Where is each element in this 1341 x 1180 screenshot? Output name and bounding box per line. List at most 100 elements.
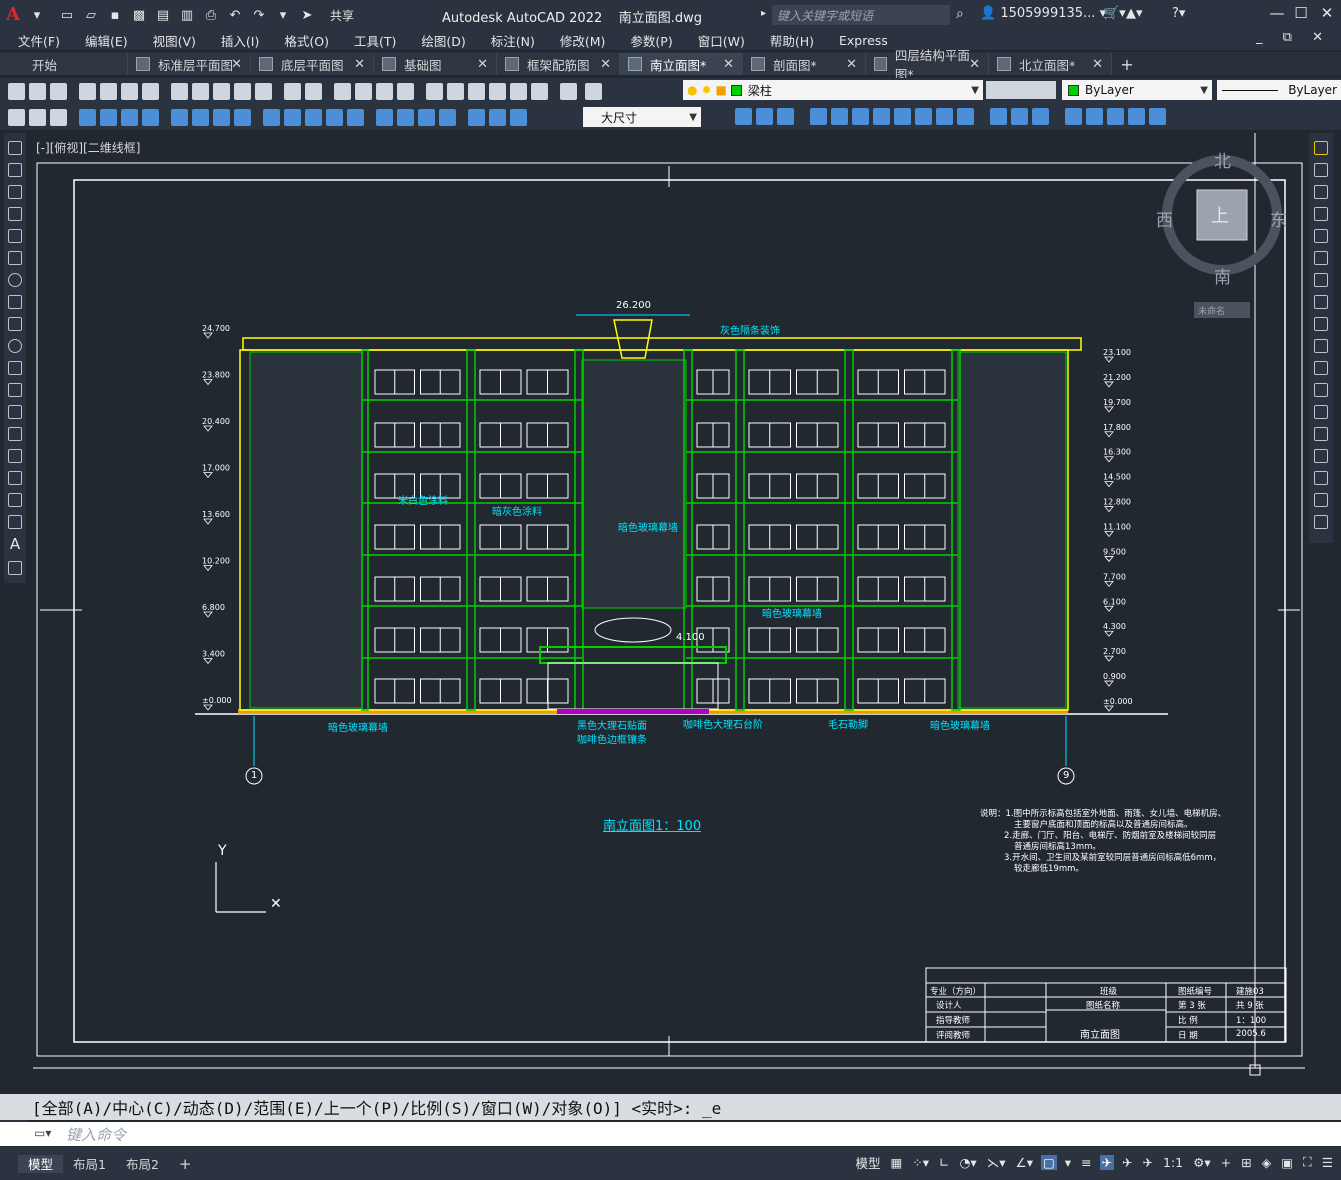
modify-icon-2[interactable] [756,108,773,125]
continue-dim-icon[interactable] [305,108,322,126]
rectangle-icon[interactable] [8,229,22,243]
dim-update-icon[interactable] [510,108,527,126]
array-icon[interactable] [1314,229,1328,243]
modify-icon-10[interactable] [936,108,953,125]
baseline-dim-icon[interactable] [284,108,301,126]
tab-model[interactable]: 模型 [18,1154,64,1173]
trim-icon[interactable] [1314,339,1328,353]
layer-dropdown[interactable]: ● ✹ ■ 梁柱 ▼ [683,80,983,100]
modify-icon-16[interactable] [1086,108,1103,125]
undo-icon[interactable] [284,82,301,100]
menu-window[interactable]: 窗口(W) [698,31,745,50]
hatch-icon[interactable] [8,449,22,463]
modify-icon-5[interactable] [831,108,848,125]
construction-line-icon[interactable] [8,163,22,177]
drawing-viewport[interactable] [30,133,1306,1083]
add-selected-icon[interactable] [8,561,22,575]
zoom-window-icon[interactable] [376,82,393,100]
copy-icon[interactable] [192,82,209,100]
tab-standard-floor-plan[interactable]: 标准层平面图 ✕ [128,53,251,75]
workspace-gear-icon[interactable]: ⚙▾ [1191,1155,1212,1170]
object-snap-dropdown-icon[interactable]: ▾ [1063,1155,1073,1170]
modify-icon-1[interactable] [735,108,752,125]
rotate-icon[interactable] [1314,273,1328,287]
insert-block-icon[interactable] [8,383,22,397]
tab-start[interactable]: 开始 [0,53,128,75]
open-icon[interactable] [29,82,46,100]
calculator-icon[interactable] [531,82,548,100]
snap-icon[interactable]: ⁘▾ [910,1155,931,1170]
close-tab-icon[interactable]: ✕ [477,57,488,72]
cart-icon[interactable]: 🛒▾ [1103,6,1126,21]
arc-length-icon[interactable] [121,108,138,126]
modify-icon-13[interactable] [1011,108,1028,125]
grid-icon[interactable]: ▦ [888,1155,904,1170]
ortho-icon[interactable]: ∟ [937,1155,951,1170]
spline-icon[interactable] [8,317,22,331]
block-editor-icon[interactable] [255,82,272,100]
tool-palettes-icon[interactable] [468,82,485,100]
polyline-icon[interactable] [8,185,22,199]
auto-scale-icon[interactable]: ✈ [1120,1155,1134,1170]
help-icon[interactable] [560,82,577,100]
close-tab-icon[interactable]: ✕ [723,57,734,72]
hardware-acceleration-icon[interactable]: ◈ [1260,1155,1274,1170]
menu-draw[interactable]: 绘图(D) [421,31,465,50]
viewport-controls[interactable]: [-][俯视][二维线框] [36,139,140,156]
revision-cloud-icon[interactable] [8,295,22,309]
menu-view[interactable]: 视图(V) [153,31,196,50]
save-as-icon[interactable]: ▩ [130,6,148,24]
close-tab-icon[interactable]: ✕ [846,57,857,72]
annotation-visibility-icon[interactable]: ✈ [1099,1154,1115,1170]
save-icon[interactable] [50,82,67,100]
new-icon[interactable] [8,82,25,100]
arc-icon[interactable] [8,251,22,265]
radius-dim-icon[interactable] [171,108,188,126]
tab-south-elevation[interactable]: 南立面图* ✕ [620,53,743,75]
plot-icon[interactable] [79,82,96,100]
match-properties-icon[interactable] [234,82,251,100]
linetype-dropdown[interactable]: ByLayer [1217,80,1341,100]
modify-icon-6[interactable] [852,108,869,125]
region-icon[interactable] [8,493,22,507]
layer-properties-icon[interactable] [585,82,602,100]
modify-icon-18[interactable] [1128,108,1145,125]
polar-tracking-icon[interactable]: ◔▾ [958,1155,979,1170]
menu-edit[interactable]: 编辑(E) [85,31,128,50]
viewcube[interactable] [1197,190,1247,240]
erase-icon[interactable] [1314,141,1328,155]
color-dropdown[interactable]: ByLayer ▼ [1062,80,1212,100]
isolate-objects-icon[interactable]: ⊞ [1239,1155,1253,1170]
table-icon[interactable] [8,515,22,529]
close-tab-icon[interactable]: ✕ [969,57,980,72]
modify-icon-17[interactable] [1107,108,1124,125]
point-icon[interactable] [8,427,22,441]
scale-icon[interactable] [1314,295,1328,309]
center-mark-icon[interactable] [397,108,414,126]
autocad-logo[interactable]: A [6,4,28,26]
menu-insert[interactable]: 插入(I) [221,31,259,50]
autodesk-app-icon[interactable]: ▲▾ [1126,6,1143,21]
dim-edit-icon[interactable] [468,108,485,126]
cut-icon[interactable] [171,82,188,100]
tab-layout2[interactable]: 布局2 [116,1155,169,1173]
plus-icon[interactable]: + [1219,1155,1233,1170]
open-web-icon[interactable]: ▤ [154,6,172,24]
user-account[interactable]: 👤 1505999135... ▾ [980,6,1106,21]
save-web-icon[interactable]: ▥ [178,6,196,24]
dim-space-icon[interactable] [326,108,343,126]
mirror-icon[interactable] [1314,185,1328,199]
modify-icon-7[interactable] [873,108,890,125]
angular-dim-icon[interactable] [234,108,251,126]
ucs-dropdown[interactable] [1194,302,1250,318]
diameter-dim-icon[interactable] [213,108,230,126]
tool-icon-b[interactable] [29,108,46,126]
stretch-icon[interactable] [1314,317,1328,331]
redo-icon[interactable]: ↷ [250,6,268,24]
explode-icon[interactable] [1314,515,1328,529]
jogged-linear-icon[interactable] [439,108,456,126]
share-icon[interactable]: ➤ [298,6,316,24]
annotation-scale-icon[interactable]: ✈ [1141,1155,1155,1170]
redo-icon[interactable] [305,82,322,100]
menu-parametric[interactable]: 参数(P) [630,31,672,50]
